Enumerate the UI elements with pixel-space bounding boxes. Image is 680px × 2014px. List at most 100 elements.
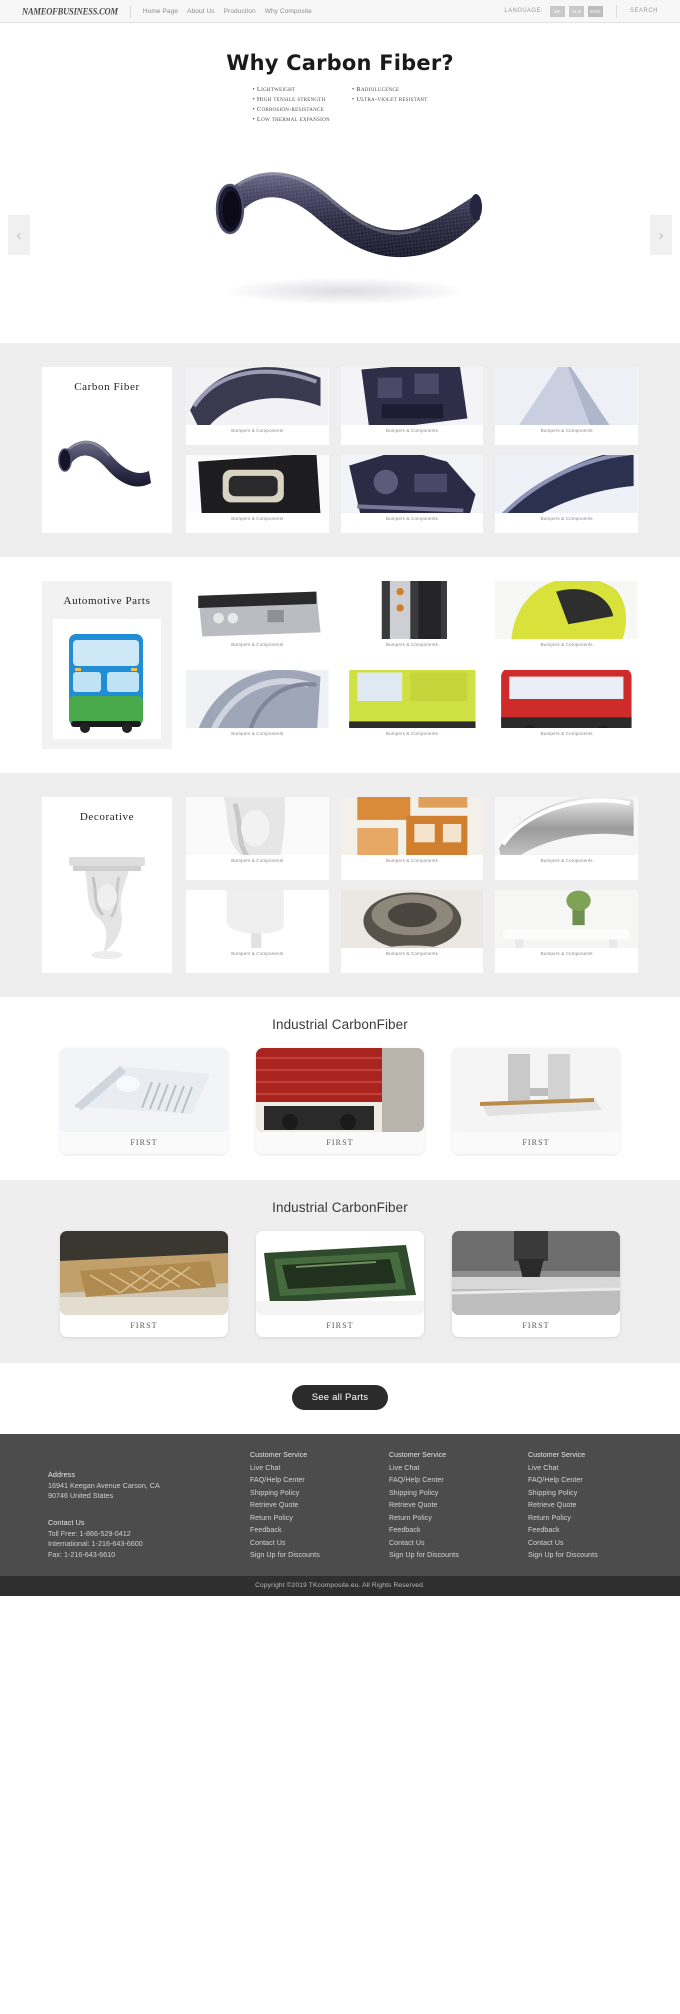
thumb-item[interactable]: Bumpers & Components bbox=[495, 797, 638, 880]
hero-product-image-wrap bbox=[190, 143, 490, 308]
thumb-caption: Bumpers & Components bbox=[385, 428, 439, 433]
lang-button-mk[interactable]: MK bbox=[549, 5, 565, 17]
lang-button-eng[interactable]: ENG bbox=[587, 5, 603, 17]
thumb-item[interactable]: Bumpers & Components bbox=[186, 797, 329, 880]
hero-benefit-radiolucence: Radiolucence bbox=[352, 86, 428, 93]
footer-link-return-policy[interactable]: Return Policy bbox=[250, 1515, 362, 1522]
thumb-item[interactable]: Bumpers & Components bbox=[340, 797, 484, 880]
industrial-card[interactable]: FIRST bbox=[256, 1048, 424, 1154]
footer-link-shipping-policy[interactable]: Shipping Policy bbox=[389, 1490, 501, 1497]
industrial-card-caption: FIRST bbox=[130, 1138, 158, 1147]
footer-link-feedback[interactable]: Feedback bbox=[250, 1527, 362, 1534]
category-section-carbon-fiber: Carbon Fiber Bumpers & Components Bumper… bbox=[0, 343, 680, 557]
industrial-card-caption: FIRST bbox=[326, 1138, 354, 1147]
thumb-item[interactable]: Bumpers & Components bbox=[340, 581, 484, 660]
category-feature-carbon-fiber[interactable]: Carbon Fiber bbox=[42, 367, 172, 533]
thumb-image-metal-panel bbox=[495, 797, 638, 855]
industrial-card[interactable]: FIRST bbox=[60, 1231, 228, 1337]
thumb-caption: Bumpers & Components bbox=[540, 858, 593, 863]
footer-link-shipping-policy[interactable]: Shipping Policy bbox=[528, 1490, 640, 1497]
footer-link-customer-service[interactable]: Customer Service bbox=[528, 1452, 640, 1459]
footer-contact-tollfree: Toll Free: 1-866-529-0412 bbox=[48, 1528, 131, 1538]
thumb-item[interactable]: Bumpers & Components bbox=[340, 367, 484, 445]
footer-link-return-policy[interactable]: Return Policy bbox=[389, 1515, 501, 1522]
site-logo[interactable]: NAMEOFBUSINESS.COM bbox=[22, 5, 118, 17]
category-feature-automotive-parts[interactable]: Automotive Parts bbox=[42, 581, 172, 749]
industrial-card[interactable]: FIRST bbox=[60, 1048, 228, 1154]
see-all-parts-button[interactable]: See all Parts bbox=[291, 1385, 389, 1410]
footer-link-feedback[interactable]: Feedback bbox=[389, 1527, 501, 1534]
footer-link-retrieve-quote[interactable]: Retrieve Quote bbox=[389, 1502, 501, 1509]
carousel-prev-arrow-icon[interactable]: ‹ bbox=[8, 215, 30, 255]
thumb-image-white-table bbox=[495, 890, 638, 948]
footer-link-contact-us[interactable]: Contact Us bbox=[250, 1540, 362, 1547]
footer-link-live-chat[interactable]: Live Chat bbox=[250, 1465, 362, 1472]
industrial-card-image-wood-mold bbox=[60, 1231, 228, 1315]
hero-title: Why Carbon Fiber? bbox=[226, 51, 454, 75]
footer-link-faq-help-center[interactable]: FAQ/Help Center bbox=[389, 1477, 501, 1484]
footer-link-retrieve-quote[interactable]: Retrieve Quote bbox=[528, 1502, 640, 1509]
thumb-caption: Bumpers & Components bbox=[540, 428, 593, 433]
category-feature-decorative[interactable]: Decorative bbox=[42, 797, 172, 973]
thumb-item[interactable]: Bumpers & Components bbox=[340, 890, 484, 973]
thumb-item[interactable]: Bumpers & Components bbox=[495, 890, 638, 973]
industrial-card-image-red-truck bbox=[256, 1048, 424, 1132]
nav-item-about-us[interactable]: About Us bbox=[187, 8, 215, 15]
thumb-caption: Bumpers & Components bbox=[231, 642, 284, 647]
thumb-item[interactable]: Bumpers & Components bbox=[495, 455, 638, 533]
search-button[interactable]: SEARCH bbox=[630, 8, 658, 14]
thumb-item[interactable]: Bumpers & Components bbox=[495, 367, 638, 445]
thumb-caption: Bumpers & Components bbox=[385, 731, 439, 736]
thumb-image-carbon-interior bbox=[340, 455, 484, 513]
thumb-image-covered-part bbox=[186, 670, 329, 728]
footer-link-shipping-policy[interactable]: Shipping Policy bbox=[250, 1490, 362, 1497]
footer-link-feedback[interactable]: Feedback bbox=[528, 1527, 640, 1534]
thumb-item[interactable]: Bumpers & Components bbox=[186, 455, 329, 533]
thumb-item[interactable]: Bumpers & Components bbox=[186, 581, 329, 660]
copyright-bar: Copyright ©2019 TKcomposite.eu. All Righ… bbox=[0, 1576, 680, 1597]
carousel-next-arrow-icon[interactable]: › bbox=[650, 215, 672, 255]
thumb-item[interactable]: Bumpers & Components bbox=[340, 670, 484, 749]
thumb-item[interactable]: Bumpers & Components bbox=[340, 455, 484, 533]
footer-link-customer-service[interactable]: Customer Service bbox=[250, 1452, 362, 1459]
footer-link-sign-up-discounts[interactable]: Sign Up for Discounts bbox=[389, 1552, 501, 1559]
footer-link-live-chat[interactable]: Live Chat bbox=[528, 1465, 640, 1472]
category-thumb-grid-automotive-parts: Bumpers & Components Bumpers & Component… bbox=[172, 581, 638, 749]
thumb-caption: Bumpers & Components bbox=[385, 516, 439, 521]
thumb-item[interactable]: Bumpers & Components bbox=[495, 581, 638, 660]
nav-item-why-composite[interactable]: Why Composite bbox=[265, 8, 312, 15]
footer-link-sign-up-discounts[interactable]: Sign Up for Discounts bbox=[528, 1552, 640, 1559]
thumb-item[interactable]: Bumpers & Components bbox=[186, 367, 329, 445]
footer-link-contact-us[interactable]: Contact Us bbox=[528, 1540, 640, 1547]
footer-link-sign-up-discounts[interactable]: Sign Up for Discounts bbox=[250, 1552, 362, 1559]
thumb-caption: Bumpers & Components bbox=[231, 428, 284, 433]
hero-benefit-lightweight: Lightweight bbox=[252, 86, 329, 93]
thumb-caption: Bumpers & Components bbox=[231, 858, 284, 863]
industrial-card[interactable]: FIRST bbox=[256, 1231, 424, 1337]
footer-contact-international: International: 1-216-643-6600 bbox=[48, 1539, 143, 1549]
language-label: LANGUAGE: bbox=[504, 8, 543, 14]
thumb-image-shelving-unit bbox=[340, 797, 484, 855]
footer-link-customer-service[interactable]: Customer Service bbox=[389, 1452, 501, 1459]
thumb-item[interactable]: Bumpers & Components bbox=[495, 670, 638, 749]
nav-item-production[interactable]: Production bbox=[224, 8, 256, 15]
thumb-caption: Bumpers & Components bbox=[231, 516, 284, 521]
thumb-caption: Bumpers & Components bbox=[385, 642, 439, 647]
industrial-section-1-title: Industrial CarbonFiber bbox=[272, 1017, 408, 1032]
footer-contact-block: Address 16941 Keegan Avenue Carson, CA 9… bbox=[40, 1452, 240, 1560]
footer-link-contact-us[interactable]: Contact Us bbox=[389, 1540, 501, 1547]
lang-button-alb[interactable]: ALB bbox=[568, 5, 584, 17]
category-section-decorative: Decorative Bumpers & Components Bumpers … bbox=[0, 773, 680, 997]
industrial-card[interactable]: FIRST bbox=[452, 1048, 620, 1154]
header-divider-2 bbox=[615, 4, 617, 18]
nav-item-home-page[interactable]: Home Page bbox=[143, 8, 178, 15]
thumb-image-engine-cover bbox=[340, 367, 484, 425]
footer-link-return-policy[interactable]: Return Policy bbox=[528, 1515, 640, 1522]
footer-link-faq-help-center[interactable]: FAQ/Help Center bbox=[528, 1477, 640, 1484]
industrial-card[interactable]: FIRST bbox=[452, 1231, 620, 1337]
thumb-item[interactable]: Bumpers & Components bbox=[186, 670, 329, 749]
footer-link-live-chat[interactable]: Live Chat bbox=[389, 1465, 501, 1472]
footer-link-faq-help-center[interactable]: FAQ/Help Center bbox=[250, 1477, 362, 1484]
thumb-item[interactable]: Bumpers & Components bbox=[186, 890, 329, 973]
footer-link-retrieve-quote[interactable]: Retrieve Quote bbox=[250, 1502, 362, 1509]
